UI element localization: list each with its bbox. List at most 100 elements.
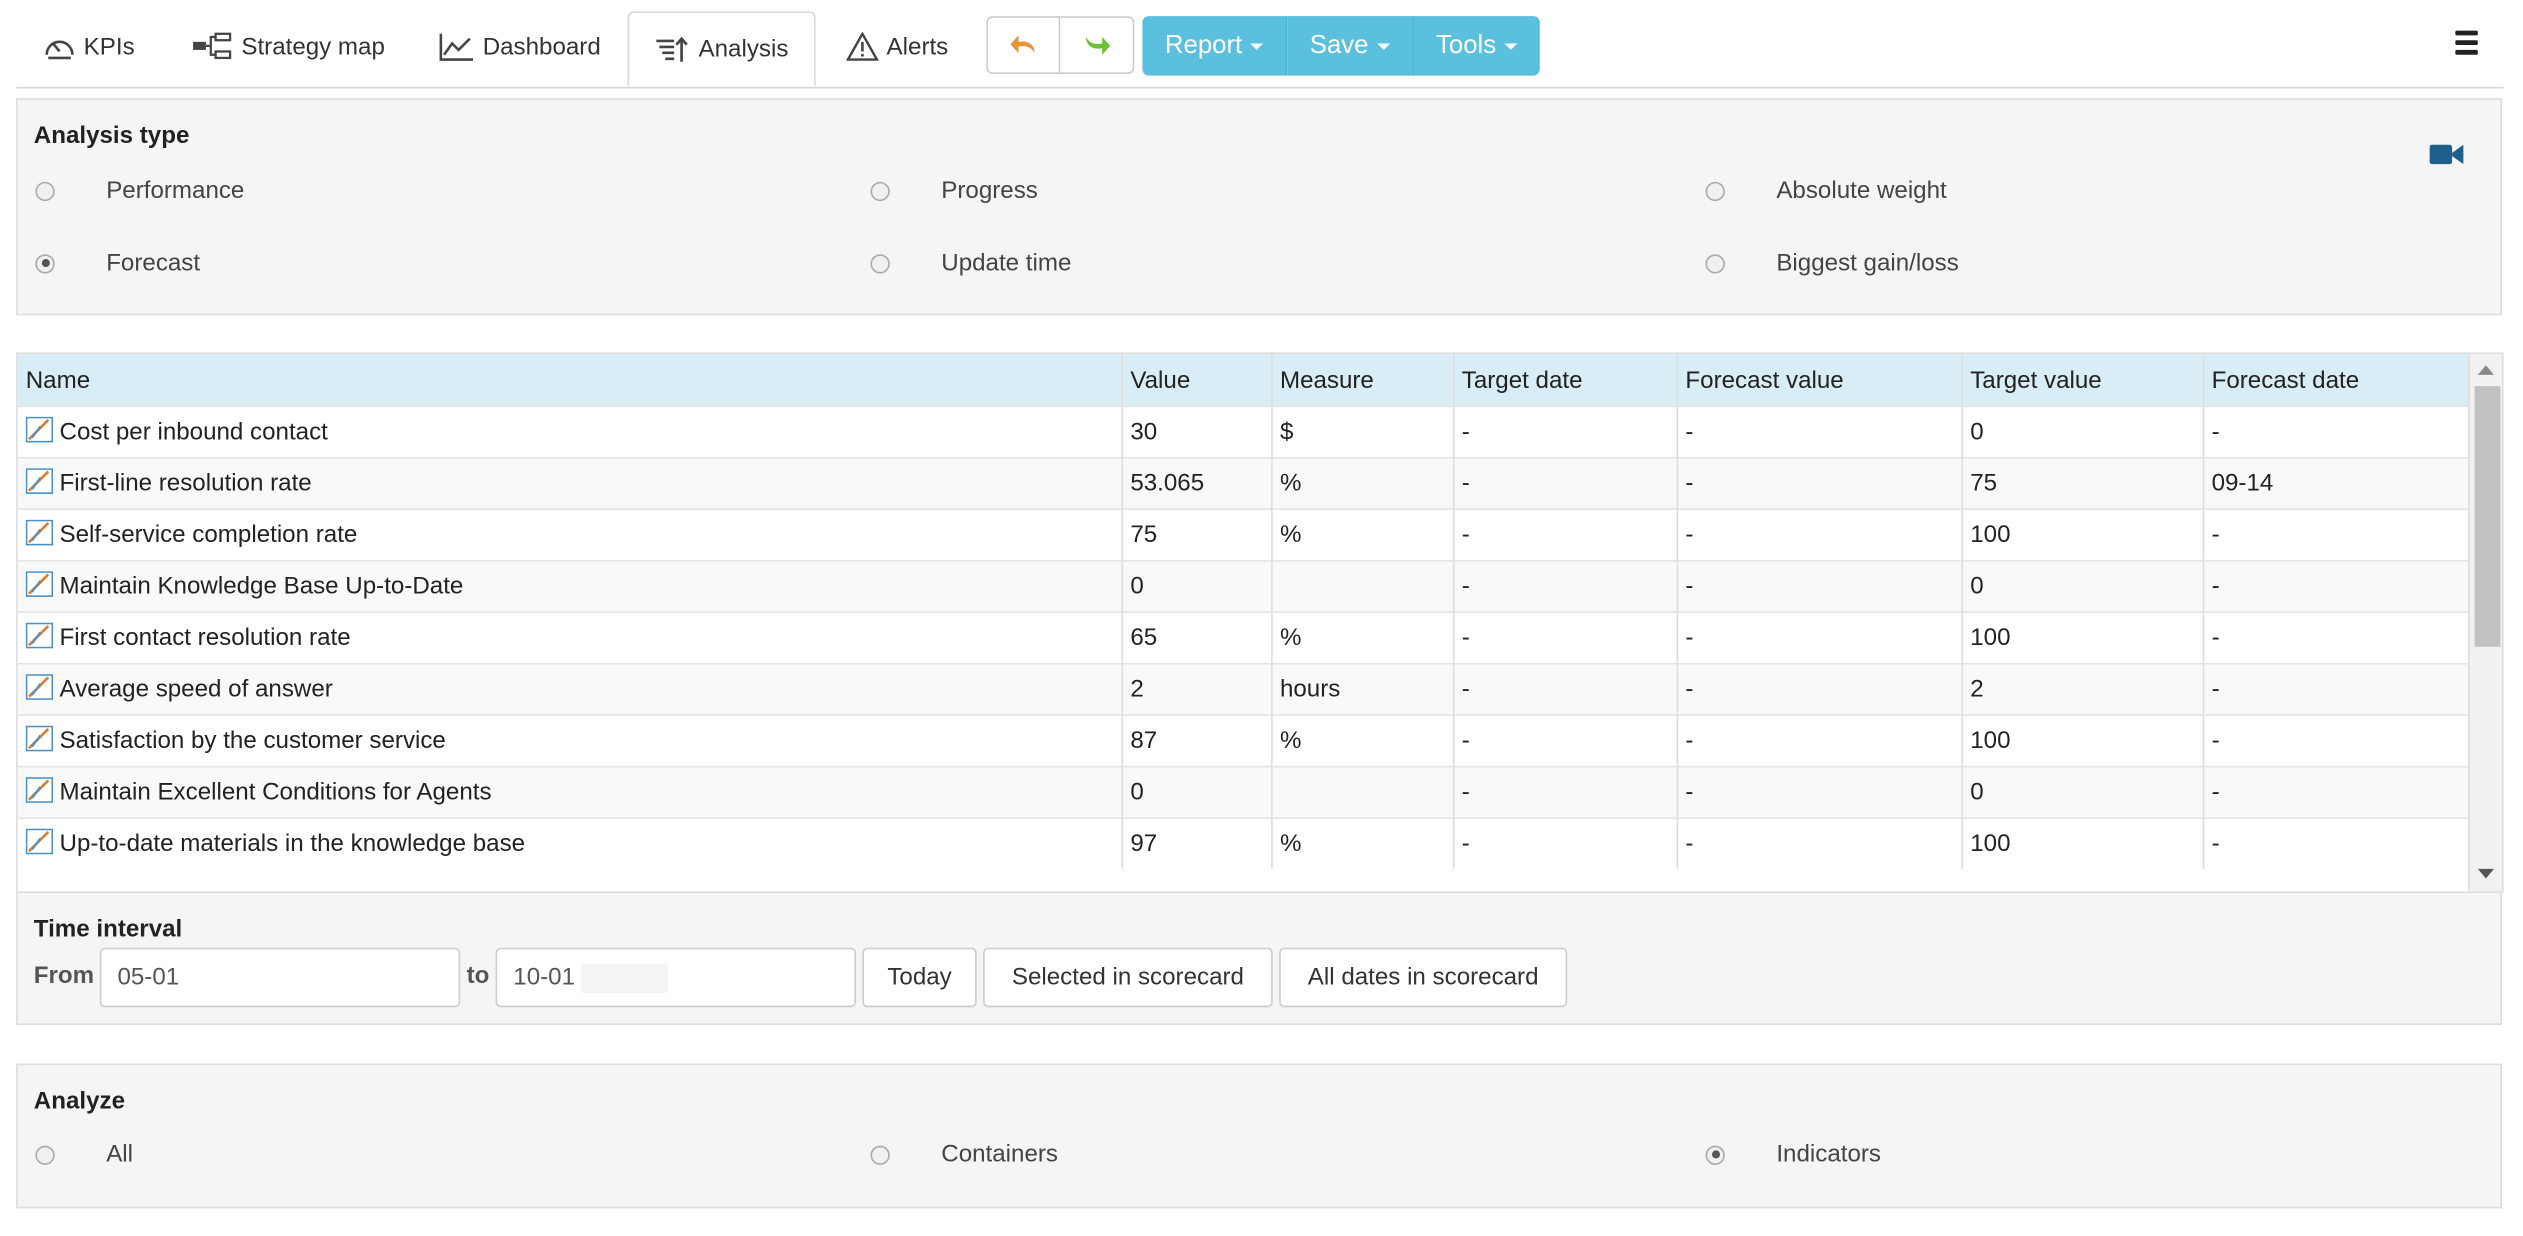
- radio-label: Biggest gain/loss: [1776, 249, 1959, 277]
- radio-label: Performance: [106, 176, 245, 205]
- scrollbar-thumb[interactable]: [2474, 386, 2501, 647]
- column-header-forecast-value[interactable]: Forecast value: [1676, 353, 1963, 407]
- table-row[interactable]: Maintain Excellent Conditions for Agents…: [17, 765, 2473, 819]
- radio-indicators[interactable]: Indicators: [1705, 1140, 1881, 1169]
- cell-text: -: [1685, 418, 1694, 446]
- table-row[interactable]: Average speed of answer 2 hours - - 2 -: [17, 662, 2473, 716]
- scroll-down-arrow-icon[interactable]: [2477, 868, 2494, 879]
- cell-name[interactable]: Up-to-date materials in the knowledge ba…: [17, 817, 1123, 869]
- radio-circle[interactable]: [1705, 253, 1725, 273]
- tab-analysis[interactable]: Analysis: [627, 11, 816, 87]
- redo-icon: [1085, 37, 1110, 55]
- action-buttons-group: Report Save Tools: [1142, 16, 1540, 76]
- cell-value: 75: [1121, 508, 1272, 561]
- table-row[interactable]: Cost per inbound contact 30 $ - - 0 -: [17, 405, 2473, 458]
- cell-value: 30: [1121, 405, 1272, 458]
- radio-containers[interactable]: Containers: [870, 1141, 1058, 1168]
- undo-button[interactable]: [986, 16, 1061, 75]
- tab-label: Strategy map: [241, 32, 385, 61]
- table-row[interactable]: Satisfaction by the customer service 87% -…: [17, 714, 2473, 767]
- radio-circle[interactable]: [35, 181, 55, 201]
- analyze-panel: Analyze All Containers Indicators: [16, 1063, 2502, 1209]
- radio-biggest-gain-loss[interactable]: Biggest gain/loss: [1705, 249, 1959, 277]
- radio-update-time[interactable]: Update time: [870, 249, 1071, 277]
- tab-kpis[interactable]: KPIs: [43, 23, 135, 71]
- radio-circle[interactable]: [870, 253, 890, 273]
- column-header-target-date[interactable]: Target date: [1452, 353, 1678, 407]
- cell-value: 53.065: [1121, 456, 1272, 510]
- table-row[interactable]: First-line resolution rate 53.065% - - 75 09-…: [17, 456, 2473, 510]
- table-row[interactable]: First contact resolution rate 65% - - 100 -: [17, 611, 2473, 664]
- cell-forecast-value: -: [1676, 714, 1963, 767]
- cell-text: Average speed of answer: [59, 674, 333, 703]
- cell-measure: [1271, 765, 1454, 819]
- cell-text: %: [1279, 830, 1302, 858]
- cell-name[interactable]: Self-service completion rate: [17, 508, 1123, 561]
- cell-name[interactable]: First-line resolution rate: [17, 456, 1123, 510]
- cell-text: 2: [1970, 675, 1984, 704]
- tab-strategy-map[interactable]: Strategy map: [191, 23, 385, 71]
- caret-down-icon: [1504, 42, 1518, 50]
- cell-text: -: [2211, 675, 2220, 704]
- column-header-target-value[interactable]: Target value: [1961, 353, 2204, 407]
- gauge-icon: [45, 40, 74, 60]
- radio-circle[interactable]: [1705, 181, 1725, 201]
- cell-name[interactable]: Maintain Excellent Conditions for Agents: [17, 765, 1123, 819]
- cell-forecast-value: -: [1676, 456, 1963, 510]
- cell-name[interactable]: Average speed of answer: [17, 662, 1123, 716]
- cell-forecast-date: 09-14: [2202, 456, 2473, 510]
- radio-absolute-weight[interactable]: Absolute weight: [1705, 177, 1947, 204]
- app-root: KPIs Strategy map Dashboard Analysis Ale…: [0, 0, 2523, 1236]
- cell-name[interactable]: Cost per inbound contact: [17, 405, 1123, 458]
- cell-text: -: [1461, 727, 1470, 755]
- cell-text: -: [2211, 521, 2220, 549]
- radio-label: Indicators: [1776, 1140, 1881, 1169]
- cell-forecast-value: -: [1676, 611, 1963, 664]
- report-button[interactable]: Report: [1142, 16, 1288, 76]
- cell-name[interactable]: Satisfaction by the customer service: [17, 714, 1123, 767]
- column-header-measure[interactable]: Measure: [1271, 353, 1454, 407]
- save-button[interactable]: Save: [1287, 16, 1414, 76]
- column-header-name[interactable]: Name: [17, 353, 1123, 407]
- radio-circle-selected[interactable]: [35, 253, 55, 273]
- caret-down-icon: [1250, 42, 1264, 50]
- scroll-up-arrow-icon[interactable]: [2477, 365, 2494, 375]
- tabs-divider: [16, 86, 2504, 89]
- tab-alerts[interactable]: Alerts: [846, 23, 948, 71]
- selected-in-scorecard-button[interactable]: Selected in scorecard: [983, 947, 1273, 1008]
- table-row[interactable]: Maintain Knowledge Base Up-to-Date 0 - - 0 -: [17, 559, 2473, 613]
- radio-forecast[interactable]: Forecast: [35, 249, 200, 277]
- to-date-input[interactable]: 10-01: [495, 947, 856, 1008]
- radio-progress[interactable]: Progress: [870, 177, 1038, 204]
- cell-name[interactable]: Maintain Knowledge Base Up-to-Date: [17, 559, 1123, 613]
- cell-text: First contact resolution rate: [59, 623, 351, 651]
- column-header-value[interactable]: Value: [1121, 353, 1272, 407]
- table-row[interactable]: Up-to-date materials in the knowledge ba…: [17, 817, 2473, 869]
- cell-text: 97: [1130, 830, 1158, 858]
- radio-all[interactable]: All: [35, 1141, 133, 1168]
- caret-down-icon: [1376, 42, 1390, 50]
- from-date-input[interactable]: 05-01: [99, 947, 461, 1008]
- radio-circle[interactable]: [870, 1144, 890, 1165]
- today-button[interactable]: Today: [862, 947, 977, 1008]
- tab-label: KPIs: [83, 32, 135, 61]
- all-dates-in-scorecard-button[interactable]: All dates in scorecard: [1279, 947, 1568, 1008]
- cell-name[interactable]: First contact resolution rate: [17, 611, 1123, 664]
- radio-circle-selected[interactable]: [1705, 1144, 1725, 1165]
- cell-text: -: [1685, 778, 1694, 807]
- menu-icon[interactable]: [2455, 30, 2478, 60]
- table-scrollbar[interactable]: [2468, 353, 2502, 892]
- radio-performance[interactable]: Performance: [35, 177, 244, 204]
- kpi-chart-icon: [25, 518, 54, 551]
- redo-button[interactable]: [1060, 16, 1135, 75]
- radio-circle[interactable]: [35, 1144, 55, 1165]
- video-camera-icon[interactable]: [2429, 142, 2465, 168]
- cell-text: Up-to-date materials in the knowledge ba…: [59, 829, 526, 857]
- cell-forecast-value: -: [1676, 662, 1963, 716]
- column-header-forecast-date[interactable]: Forecast date: [2202, 353, 2473, 407]
- radio-circle[interactable]: [870, 181, 890, 201]
- tab-dashboard[interactable]: Dashboard: [439, 23, 601, 71]
- kpi-chart-icon: [25, 776, 54, 808]
- tools-button[interactable]: Tools: [1413, 16, 1540, 76]
- table-row[interactable]: Self-service completion rate 75% - - 100 -: [17, 508, 2473, 561]
